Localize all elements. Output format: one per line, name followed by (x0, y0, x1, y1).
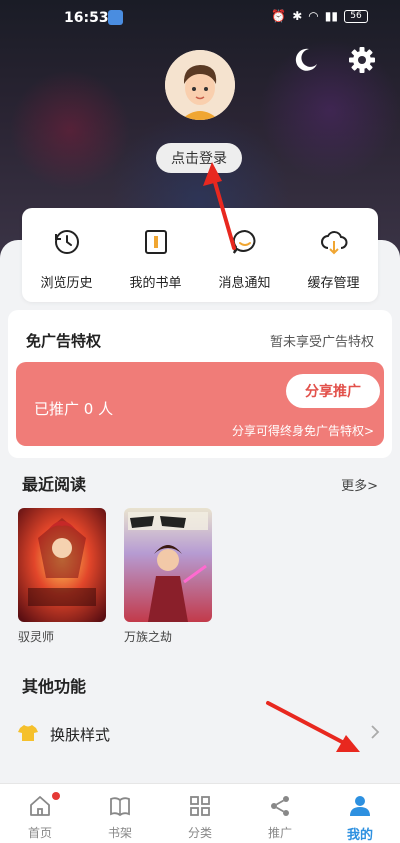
tab-home[interactable]: 首页 (0, 784, 80, 843)
recent-reading-title: 最近阅读 (22, 475, 87, 494)
bluetooth-icon: ✱ (292, 9, 303, 23)
app-notification-icon (108, 10, 123, 25)
gear-icon[interactable] (347, 45, 377, 75)
ad-free-card: 免广告特权 暂未享受广告特权 已推广 0 人 分享推广 分享可得终身免广告特权> (8, 310, 392, 458)
promo-note-link[interactable]: 分享可得终身免广告特权> (232, 422, 374, 439)
tab-label: 分类 (187, 826, 212, 840)
skin-style-label: 换肤样式 (50, 726, 111, 744)
book-title: 万族之劫 (124, 630, 173, 644)
quick-action-history[interactable]: 浏览历史 (22, 208, 111, 302)
quick-action-cache[interactable]: 缓存管理 (289, 208, 378, 302)
login-button[interactable]: 点击登录 (156, 143, 242, 173)
tab-bookshelf[interactable]: 书架 (80, 784, 160, 843)
tab-label: 书架 (107, 826, 132, 840)
promo-banner: 已推广 0 人 分享推广 分享可得终身免广告特权> (16, 362, 384, 446)
user-icon (350, 796, 370, 816)
ad-free-status: 暂未享受广告特权 (269, 335, 374, 350)
status-time: 16:53 (64, 10, 109, 26)
quick-action-label: 消息通知 (218, 276, 271, 291)
cloud-download-icon (320, 231, 347, 255)
home-icon (30, 796, 50, 816)
book-item[interactable]: 驭灵师 (18, 508, 106, 645)
ad-free-title: 免广告特权 (26, 332, 102, 350)
avatar[interactable] (165, 50, 235, 120)
history-icon (54, 230, 79, 254)
shirt-icon (18, 725, 38, 741)
book-cover (124, 508, 212, 622)
promoted-count: 已推广 0 人 (34, 400, 114, 418)
quick-action-booklist[interactable]: 我的书单 (111, 208, 200, 302)
quick-action-label: 我的书单 (129, 276, 182, 291)
battery-level: 56 (350, 10, 362, 21)
tab-label: 推广 (267, 826, 292, 840)
book-item[interactable]: 万族之劫 (124, 508, 212, 645)
bookshelf-icon (110, 797, 130, 817)
chevron-right-icon (371, 725, 380, 739)
avatar-boy-icon (165, 50, 235, 120)
tab-label: 首页 (27, 826, 52, 840)
tab-category[interactable]: 分类 (160, 784, 240, 843)
quick-actions-card: 浏览历史 我的书单 消息通知 缓存管理 (22, 208, 378, 302)
status-bar: 16:53 ⏰ ✱ ◠ ▮▮ 56 (0, 0, 400, 36)
notification-dot (52, 792, 60, 800)
tab-mine[interactable]: 我的 (320, 784, 400, 843)
quick-action-messages[interactable]: 消息通知 (200, 208, 289, 302)
signal-icon: ▮▮ (324, 9, 338, 23)
category-icon (190, 796, 210, 816)
other-features-title: 其他功能 (22, 677, 87, 696)
more-link[interactable]: 更多> (341, 475, 378, 494)
bottom-tab-bar: 首页 书架 分类 推广 我的 (0, 783, 400, 843)
moon-icon[interactable] (292, 46, 320, 74)
booklist-icon (144, 230, 167, 254)
wifi-icon: ◠ (308, 9, 319, 23)
skin-style-row[interactable]: 换肤样式 (0, 712, 400, 756)
alarm-icon: ⏰ (271, 9, 287, 23)
quick-action-label: 缓存管理 (307, 276, 360, 291)
book-cover (18, 508, 106, 622)
message-icon (232, 229, 255, 254)
share-icon (271, 796, 289, 816)
battery-icon: 56 (344, 9, 368, 23)
book-title: 驭灵师 (18, 630, 55, 644)
status-icons: ⏰ ✱ ◠ ▮▮ 56 (271, 9, 368, 23)
quick-action-label: 浏览历史 (40, 276, 93, 291)
tab-promote[interactable]: 推广 (240, 784, 320, 843)
share-promo-button[interactable]: 分享推广 (286, 374, 380, 408)
tab-label: 我的 (346, 828, 373, 843)
